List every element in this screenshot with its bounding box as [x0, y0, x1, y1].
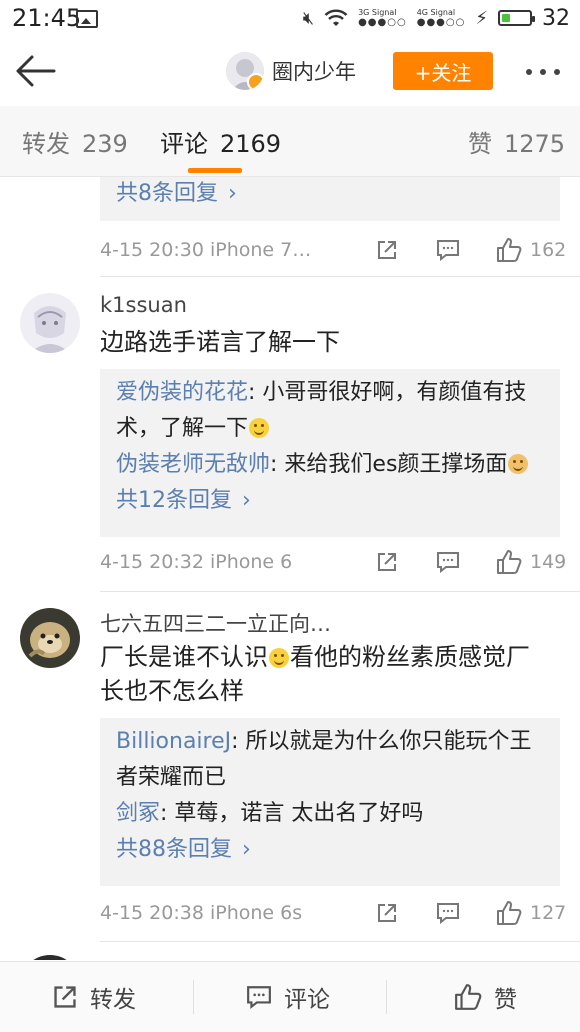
avatar-illustration	[20, 608, 80, 668]
comment-icon[interactable]	[436, 551, 460, 573]
view-replies-link[interactable]: 共88条回复 ›	[116, 832, 544, 868]
tab-active-indicator	[188, 168, 242, 173]
view-replies-link[interactable]: 共12条回复 ›	[116, 483, 544, 519]
reply-box: 爱伪装的花花: 小哥哥很好啊，有颜值有技术，了解一下 伪装老师无敌帅: 来给我们…	[100, 369, 560, 537]
signal-3g: 3G Signal ●●●○○	[358, 8, 407, 28]
reply-author[interactable]: 伪装老师无敌帅	[116, 452, 270, 477]
comment-icon[interactable]	[436, 239, 460, 261]
comment-item: 七六五四三二一立正向… 厂长是谁不认识 看他的粉丝素质感觉厂长也不怎么样 Bill…	[0, 592, 580, 942]
next-commenter-avatar[interactable]	[20, 955, 80, 960]
share-icon[interactable]	[376, 902, 398, 924]
reply-item[interactable]: 剑冢: 草莓，诺言 太出名了好吗	[116, 796, 544, 832]
tab-bar: 转发 239 评论 2169 赞 1275	[0, 106, 580, 177]
like-count: 149	[530, 551, 567, 573]
reply-author[interactable]: 爱伪装的花花	[116, 380, 248, 405]
comment-meta: 4-15 20:32 iPhone 6 149	[100, 549, 566, 579]
comment-text: 边路选手诺言了解一下	[100, 328, 340, 356]
comment-icon[interactable]	[436, 902, 460, 924]
reply-item[interactable]: 爱伪装的花花: 小哥哥很好啊，有颜值有技术，了解一下	[116, 375, 544, 447]
reply-item[interactable]: BillionaireJ: 所以就是为什么你只能玩个王者荣耀而已	[116, 724, 544, 796]
reply-author[interactable]: 剑冢	[116, 801, 160, 826]
comment-button[interactable]: 评论	[246, 962, 330, 1032]
author-avatar[interactable]	[226, 52, 264, 90]
verified-badge-icon	[247, 73, 264, 90]
chevron-right-icon: ›	[242, 837, 251, 862]
commenter-avatar[interactable]	[20, 293, 80, 353]
doge-emoji-icon	[508, 454, 529, 474]
like-count: 127	[530, 902, 567, 924]
tab-comments[interactable]: 评论 2169	[160, 124, 281, 159]
commenter-name[interactable]: k1ssuan	[100, 293, 187, 317]
comment-time-device: 4-15 20:38 iPhone 6s	[100, 902, 303, 924]
back-arrow-icon[interactable]	[14, 54, 58, 88]
comment-time-device: 4-15 20:32 iPhone 6	[100, 551, 293, 573]
share-icon[interactable]	[376, 551, 398, 573]
battery-level	[502, 14, 510, 22]
bar-separator	[386, 980, 387, 1014]
battery-icon	[498, 10, 535, 26]
status-time: 21:45	[12, 4, 82, 32]
comment-list[interactable]: 共8条回复 › 4-15 20:30 iPhone 7… 162 k1ssuan …	[0, 177, 580, 960]
comment-time-device: 4-15 20:30 iPhone 7…	[100, 239, 312, 261]
like-icon[interactable]	[496, 237, 522, 263]
signal-3g-dots: ●●●○○	[358, 17, 407, 28]
comment-text: 厂长是谁不认识 看他的粉丝素质感觉厂长也不怎么样	[100, 643, 530, 705]
like-icon[interactable]	[496, 549, 522, 575]
signal-4g-dots: ●●●○○	[416, 17, 466, 28]
avatar-illustration	[20, 293, 80, 353]
share-icon[interactable]	[376, 239, 398, 261]
comment-divider	[100, 941, 580, 942]
comment-meta: 4-15 20:38 iPhone 6s 127	[100, 900, 566, 930]
more-options-icon[interactable]	[526, 69, 560, 75]
bar-separator	[193, 980, 194, 1014]
chevron-right-icon: ›	[242, 488, 251, 513]
tab-reposts[interactable]: 转发 239	[22, 124, 128, 159]
comment-item: k1ssuan 边路选手诺言了解一下 爱伪装的花花: 小哥哥很好啊，有颜值有技术…	[0, 277, 580, 592]
status-bar: 21:45 🔇︎ 3G Signal ●●●○○ 4G Signal ●●●○○…	[0, 0, 580, 36]
view-replies-link[interactable]: 共8条回复 ›	[116, 177, 544, 209]
signal-4g: 4G Signal ●●●○○	[416, 8, 466, 28]
author-name[interactable]: 圈内少年	[272, 56, 356, 86]
comment-item: 共8条回复 › 4-15 20:30 iPhone 7… 162	[0, 177, 580, 277]
comment-icon	[247, 986, 271, 1009]
reply-author[interactable]: BillionaireJ	[116, 729, 231, 754]
share-icon	[54, 986, 76, 1008]
bottom-action-bar: 转发 评论 赞	[0, 961, 580, 1032]
commenter-name[interactable]: 七六五四三二一立正向…	[100, 608, 331, 638]
comment-meta: 4-15 20:30 iPhone 7… 162	[100, 237, 566, 267]
reply-item[interactable]: 伪装老师无敌帅: 来给我们es颜王撑场面	[116, 447, 544, 483]
commenter-avatar[interactable]	[20, 608, 80, 668]
smile-emoji-icon	[249, 418, 270, 438]
tab-likes[interactable]: 赞 1275	[468, 124, 565, 159]
gallery-icon	[76, 10, 98, 28]
repost-button[interactable]: 转发	[52, 962, 136, 1032]
follow-button[interactable]: +关注	[393, 52, 493, 90]
battery-percent: 32	[542, 5, 570, 31]
smile-emoji-icon	[269, 648, 289, 668]
wifi-icon	[324, 9, 348, 26]
like-count: 162	[530, 239, 567, 261]
reply-box: BillionaireJ: 所以就是为什么你只能玩个王者荣耀而已 剑冢: 草莓，…	[100, 718, 560, 886]
reply-box: 共8条回复 ›	[100, 177, 560, 221]
charging-icon: ⚡︎	[475, 7, 488, 29]
like-icon	[455, 984, 482, 1010]
like-icon[interactable]	[496, 900, 522, 926]
mute-icon: 🔇︎	[302, 7, 315, 29]
chevron-right-icon: ›	[228, 181, 237, 206]
status-icons: 🔇︎ 3G Signal ●●●○○ 4G Signal ●●●○○ ⚡︎ 32	[303, 2, 570, 34]
like-button[interactable]: 赞	[454, 962, 517, 1032]
top-nav: 圈内少年 +关注	[0, 36, 580, 106]
